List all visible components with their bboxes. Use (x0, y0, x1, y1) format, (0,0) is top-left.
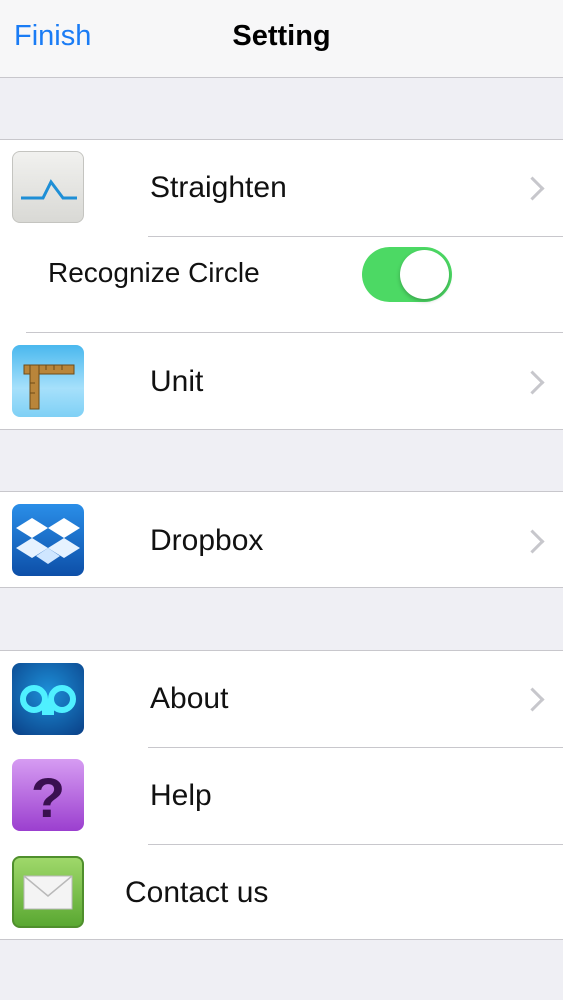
contact-us-row[interactable]: Contact us (0, 845, 563, 940)
settings-group-drawing: Straighten Recognize Circle Unit (0, 139, 563, 430)
svg-text:?: ? (31, 766, 65, 829)
help-label: Help (150, 779, 212, 812)
mail-envelope-icon (12, 856, 84, 928)
unit-row[interactable]: Unit (0, 333, 563, 430)
straighten-label: Straighten (150, 171, 287, 204)
about-label: About (150, 682, 229, 715)
navigation-bar: Setting Finish (0, 0, 563, 78)
toggle-knob (400, 250, 449, 299)
finish-button[interactable]: Finish (14, 20, 91, 53)
recognize-circle-row: Recognize Circle (0, 237, 563, 332)
chevron-right-icon (520, 529, 545, 554)
about-row[interactable]: About (0, 651, 563, 747)
straighten-row[interactable]: Straighten (0, 140, 563, 236)
question-mark-icon: ? (12, 759, 84, 831)
dropbox-icon (12, 504, 84, 576)
settings-group-info: About ? Help Contact us (0, 650, 563, 940)
contact-us-label: Contact us (125, 876, 269, 909)
ruler-icon (12, 345, 84, 417)
chevron-right-icon (520, 370, 545, 395)
help-row[interactable]: ? Help (0, 748, 563, 844)
dropbox-label: Dropbox (150, 524, 264, 557)
recognize-circle-toggle[interactable] (362, 247, 452, 302)
recognize-circle-label: Recognize Circle (48, 257, 260, 288)
chevron-right-icon (520, 176, 545, 201)
unit-label: Unit (150, 365, 204, 398)
settings-group-sync: Dropbox (0, 491, 563, 588)
app-logo-icon (12, 663, 84, 735)
chevron-right-icon (520, 687, 545, 712)
straighten-line-icon (12, 151, 84, 223)
dropbox-row[interactable]: Dropbox (0, 492, 563, 588)
